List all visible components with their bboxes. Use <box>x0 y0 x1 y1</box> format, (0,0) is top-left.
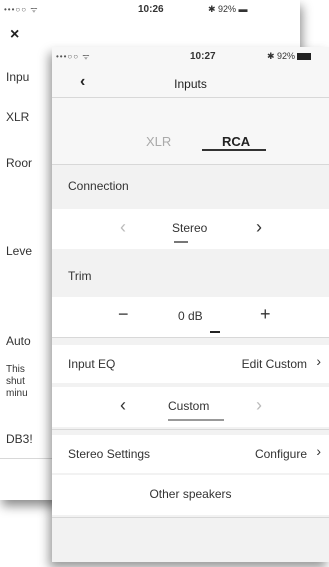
configure-link[interactable]: Configure <box>255 447 307 461</box>
input-eq-picker: ‹ Custom › <box>52 387 329 427</box>
minus-icon[interactable]: − <box>118 304 129 325</box>
input-eq-label: Input EQ <box>68 357 116 371</box>
connection-picker: ‹ Stereo › <box>52 209 329 249</box>
trim-label: Trim <box>68 269 92 283</box>
battery-icon: ✱ 92% <box>267 51 312 62</box>
battery-icon: ✱ 92% ▬ <box>208 4 248 14</box>
nav-bar: ‹ Inputs <box>52 67 329 98</box>
signal-icon: •••○○ ᯤ <box>4 5 39 14</box>
page-title: Inputs <box>174 77 207 91</box>
chevron-left-icon[interactable]: ‹ <box>120 217 126 238</box>
tab-rca[interactable]: RCA <box>222 134 250 149</box>
edit-custom-link[interactable]: Edit Custom <box>242 357 307 371</box>
status-time: 10:27 <box>190 51 216 62</box>
trim-value: 0 dB <box>178 309 203 323</box>
chevron-left-icon[interactable]: ‹ <box>120 395 126 416</box>
back-row-level[interactable]: Leve <box>0 228 60 319</box>
other-speakers-row[interactable]: Other speakers <box>52 475 329 515</box>
connection-label: Connection <box>68 179 129 193</box>
back-row-db3[interactable]: DB3! <box>0 418 60 459</box>
back-row-inputs[interactable]: Inpu <box>0 58 60 99</box>
chevron-right-icon: › <box>316 443 321 459</box>
tab-selected-indicator <box>202 149 266 151</box>
other-speakers-label: Other speakers <box>149 487 232 501</box>
input-eq-value: Custom <box>168 399 210 413</box>
plus-icon[interactable]: + <box>260 304 271 325</box>
trim-stepper: − 0 dB + <box>52 297 329 337</box>
tab-xlr[interactable]: XLR <box>146 134 171 149</box>
chevron-right-icon: › <box>316 353 321 369</box>
status-time: 10:26 <box>138 4 164 15</box>
chevron-right-icon[interactable]: › <box>256 395 262 416</box>
signal-icon: •••○○ ᯤ <box>56 52 91 61</box>
connection-value: Stereo <box>172 221 208 235</box>
back-row-room[interactable]: Roor <box>0 138 60 229</box>
stereo-settings-label: Stereo Settings <box>68 447 151 461</box>
input-tabs: XLR RCA <box>52 98 329 165</box>
front-screen: •••○○ ᯤ 10:27 ✱ 92% ‹ Inputs XLR RCA Con… <box>52 47 329 562</box>
front-status-bar: •••○○ ᯤ 10:27 ✱ 92% <box>52 47 329 67</box>
input-eq-row[interactable]: Input EQ Edit Custom › <box>52 345 329 383</box>
back-row-xlr[interactable]: XLR <box>0 98 60 139</box>
chevron-right-icon[interactable]: › <box>256 217 262 238</box>
back-status-bar: •••○○ ᯤ 10:26 ✱ 92% ▬ <box>0 0 300 20</box>
back-row-description: This shut minu <box>0 358 60 419</box>
stereo-settings-row[interactable]: Stereo Settings Configure › <box>52 435 329 473</box>
back-row-auto[interactable]: Auto <box>0 318 60 359</box>
close-icon[interactable]: × <box>10 26 19 44</box>
